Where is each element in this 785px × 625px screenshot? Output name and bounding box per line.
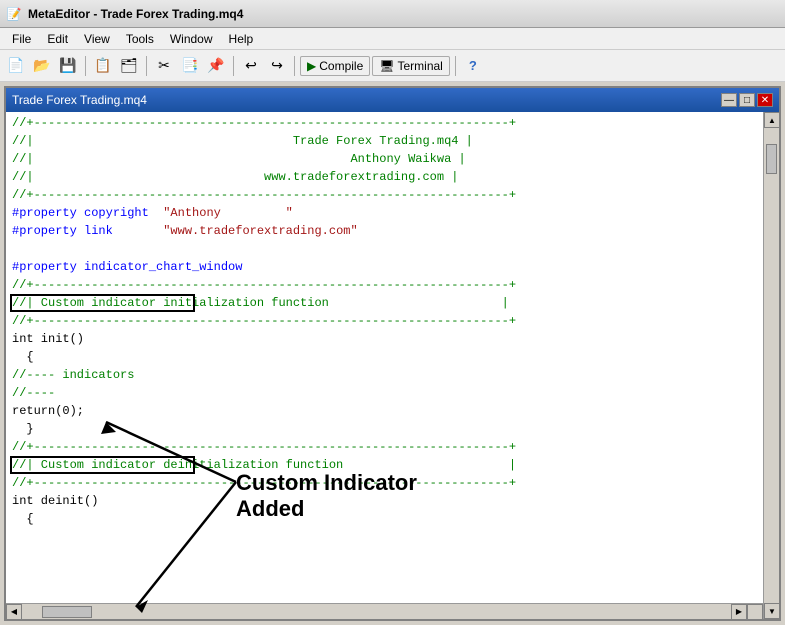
code-line: {	[6, 510, 763, 528]
toolbar: 📄 📂 💾 📋 🗂 ✂ 📑 📌 ↩ ↪ ▶ Compile 🖥 Terminal…	[0, 50, 785, 82]
code-line: //| www.tradeforextrading.com |	[6, 168, 763, 186]
doc-title-bar: Trade Forex Trading.mq4 — □ ✕	[6, 88, 779, 112]
menu-bar: File Edit View Tools Window Help	[0, 28, 785, 50]
code-line: //| Trade Forex Trading.mq4 |	[6, 132, 763, 150]
code-container: //+-------------------------------------…	[6, 112, 779, 619]
scroll-down-button[interactable]: ▼	[764, 603, 779, 619]
scrollbar-h-thumb[interactable]	[42, 606, 92, 618]
code-line: //+-------------------------------------…	[6, 276, 763, 294]
keyword-span: #property link	[12, 222, 163, 240]
undo-button[interactable]: ↩	[239, 54, 263, 78]
menu-edit[interactable]: Edit	[39, 30, 76, 48]
open-file-button[interactable]: 📂	[30, 54, 54, 78]
code-line: //+-------------------------------------…	[6, 186, 763, 204]
copy-button[interactable]: 📑	[178, 54, 202, 78]
code-line: //----	[6, 384, 763, 402]
doc-minimize-button[interactable]: —	[721, 93, 737, 107]
code-line: int init()	[6, 330, 763, 348]
compile-label: Compile	[319, 59, 363, 73]
code-line: int deinit()	[6, 492, 763, 510]
toolbar-separator-4	[294, 56, 295, 76]
compile-icon: ▶	[307, 59, 316, 73]
scrollbar-corner	[747, 604, 763, 620]
new-file-button[interactable]: 📄	[4, 54, 28, 78]
code-line: //| Anthony Waikwa |	[6, 150, 763, 168]
app-icon: 📝	[6, 6, 22, 22]
doc-maximize-button[interactable]: □	[739, 93, 755, 107]
scrollbar-v-track	[764, 128, 779, 603]
properties-button[interactable]: 🗂	[117, 54, 141, 78]
code-line: return(0);	[6, 402, 763, 420]
doc-title-controls: — □ ✕	[721, 93, 773, 107]
cut-button[interactable]: ✂	[152, 54, 176, 78]
string-span: "Anthony "	[163, 204, 293, 222]
toolbar-separator-3	[233, 56, 234, 76]
menu-help[interactable]: Help	[221, 30, 262, 48]
code-line: //---- indicators	[6, 366, 763, 384]
toolbar-separator-2	[146, 56, 147, 76]
terminal-icon: 🖥	[379, 59, 394, 73]
doc-title: Trade Forex Trading.mq4	[12, 93, 147, 107]
code-line: #property copyright "Anthony "	[6, 204, 763, 222]
save-button[interactable]: 💾	[56, 54, 80, 78]
menu-view[interactable]: View	[76, 30, 118, 48]
terminal-button[interactable]: 🖥 Terminal	[372, 56, 450, 76]
horizontal-scrollbar[interactable]: ◀ ▶	[6, 603, 763, 619]
scrollbar-h-track	[22, 604, 731, 619]
code-line: //+-------------------------------------…	[6, 474, 763, 492]
code-editor[interactable]: //+-------------------------------------…	[6, 112, 763, 603]
code-line: //| Custom indicator initialization func…	[6, 294, 763, 312]
code-line: #property indicator_chart_window	[6, 258, 763, 276]
paste-button[interactable]: 📌	[204, 54, 228, 78]
code-wrapper: //+-------------------------------------…	[6, 112, 763, 619]
toolbar-separator-1	[85, 56, 86, 76]
keyword-span: #property indicator_chart_window	[12, 258, 242, 276]
help-button[interactable]: ?	[461, 54, 485, 78]
new-template-button[interactable]: 📋	[91, 54, 115, 78]
scroll-up-button[interactable]: ▲	[764, 112, 779, 128]
code-line: }	[6, 420, 763, 438]
app-title: MetaEditor - Trade Forex Trading.mq4	[28, 7, 243, 21]
code-line: //+-------------------------------------…	[6, 438, 763, 456]
scrollbar-v-thumb[interactable]	[766, 144, 777, 174]
string-span: "www.tradeforextrading.com"	[163, 222, 357, 240]
scroll-right-button[interactable]: ▶	[731, 604, 747, 620]
menu-tools[interactable]: Tools	[118, 30, 162, 48]
code-line: //| Custom indicator deinitialization fu…	[6, 456, 763, 474]
menu-file[interactable]: File	[4, 30, 39, 48]
code-line: //+-------------------------------------…	[6, 114, 763, 132]
menu-window[interactable]: Window	[162, 30, 221, 48]
doc-close-button[interactable]: ✕	[757, 93, 773, 107]
terminal-label: Terminal	[397, 59, 442, 73]
title-bar: 📝 MetaEditor - Trade Forex Trading.mq4	[0, 0, 785, 28]
code-line: //+-------------------------------------…	[6, 312, 763, 330]
code-line	[6, 240, 763, 258]
compile-button[interactable]: ▶ Compile	[300, 56, 370, 76]
redo-button[interactable]: ↪	[265, 54, 289, 78]
vertical-scrollbar[interactable]: ▲ ▼	[763, 112, 779, 619]
toolbar-separator-5	[455, 56, 456, 76]
main-area: Trade Forex Trading.mq4 — □ ✕ //+-------…	[0, 82, 785, 625]
document-window: Trade Forex Trading.mq4 — □ ✕ //+-------…	[4, 86, 781, 621]
keyword-span: #property copyright	[12, 204, 163, 222]
code-line: {	[6, 348, 763, 366]
code-line: #property link "www.tradeforextrading.co…	[6, 222, 763, 240]
scroll-left-button[interactable]: ◀	[6, 604, 22, 620]
